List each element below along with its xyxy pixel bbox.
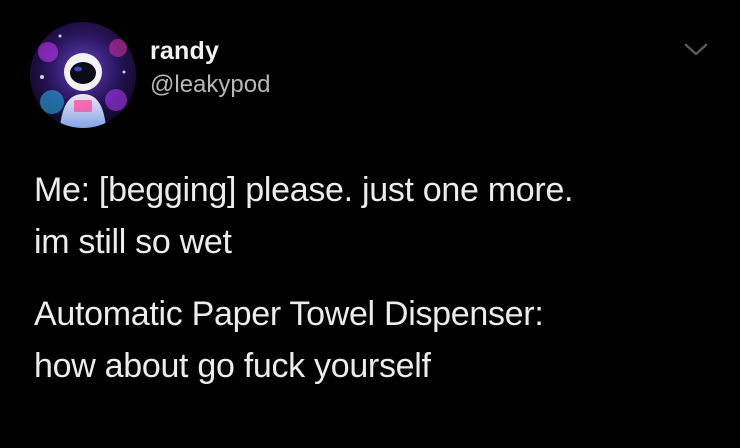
tweet-line: im still so wet [34, 223, 232, 261]
tweet-paragraph: Me: [begging] please. just one more. im … [34, 164, 724, 268]
tweet-text: Me: [begging] please. just one more. im … [34, 164, 724, 392]
user-handle[interactable]: @leakypod [150, 70, 270, 100]
display-name[interactable]: randy [150, 36, 270, 66]
tweet-line: Me: [begging] please. just one more. [34, 171, 574, 209]
chevron-down-icon[interactable] [682, 40, 710, 60]
tweet-card: randy @leakypod Me: [begging] please. ju… [0, 0, 740, 448]
astronaut-avatar-icon [30, 22, 136, 128]
tweet-line: how about go fuck yourself [34, 347, 431, 385]
chevron-down-icon-graphic [684, 43, 708, 56]
avatar[interactable] [30, 22, 136, 128]
tweet-paragraph: Automatic Paper Towel Dispenser: how abo… [34, 288, 724, 392]
tweet-line: Automatic Paper Towel Dispenser: [34, 295, 544, 333]
user-info[interactable]: randy @leakypod [150, 36, 270, 100]
